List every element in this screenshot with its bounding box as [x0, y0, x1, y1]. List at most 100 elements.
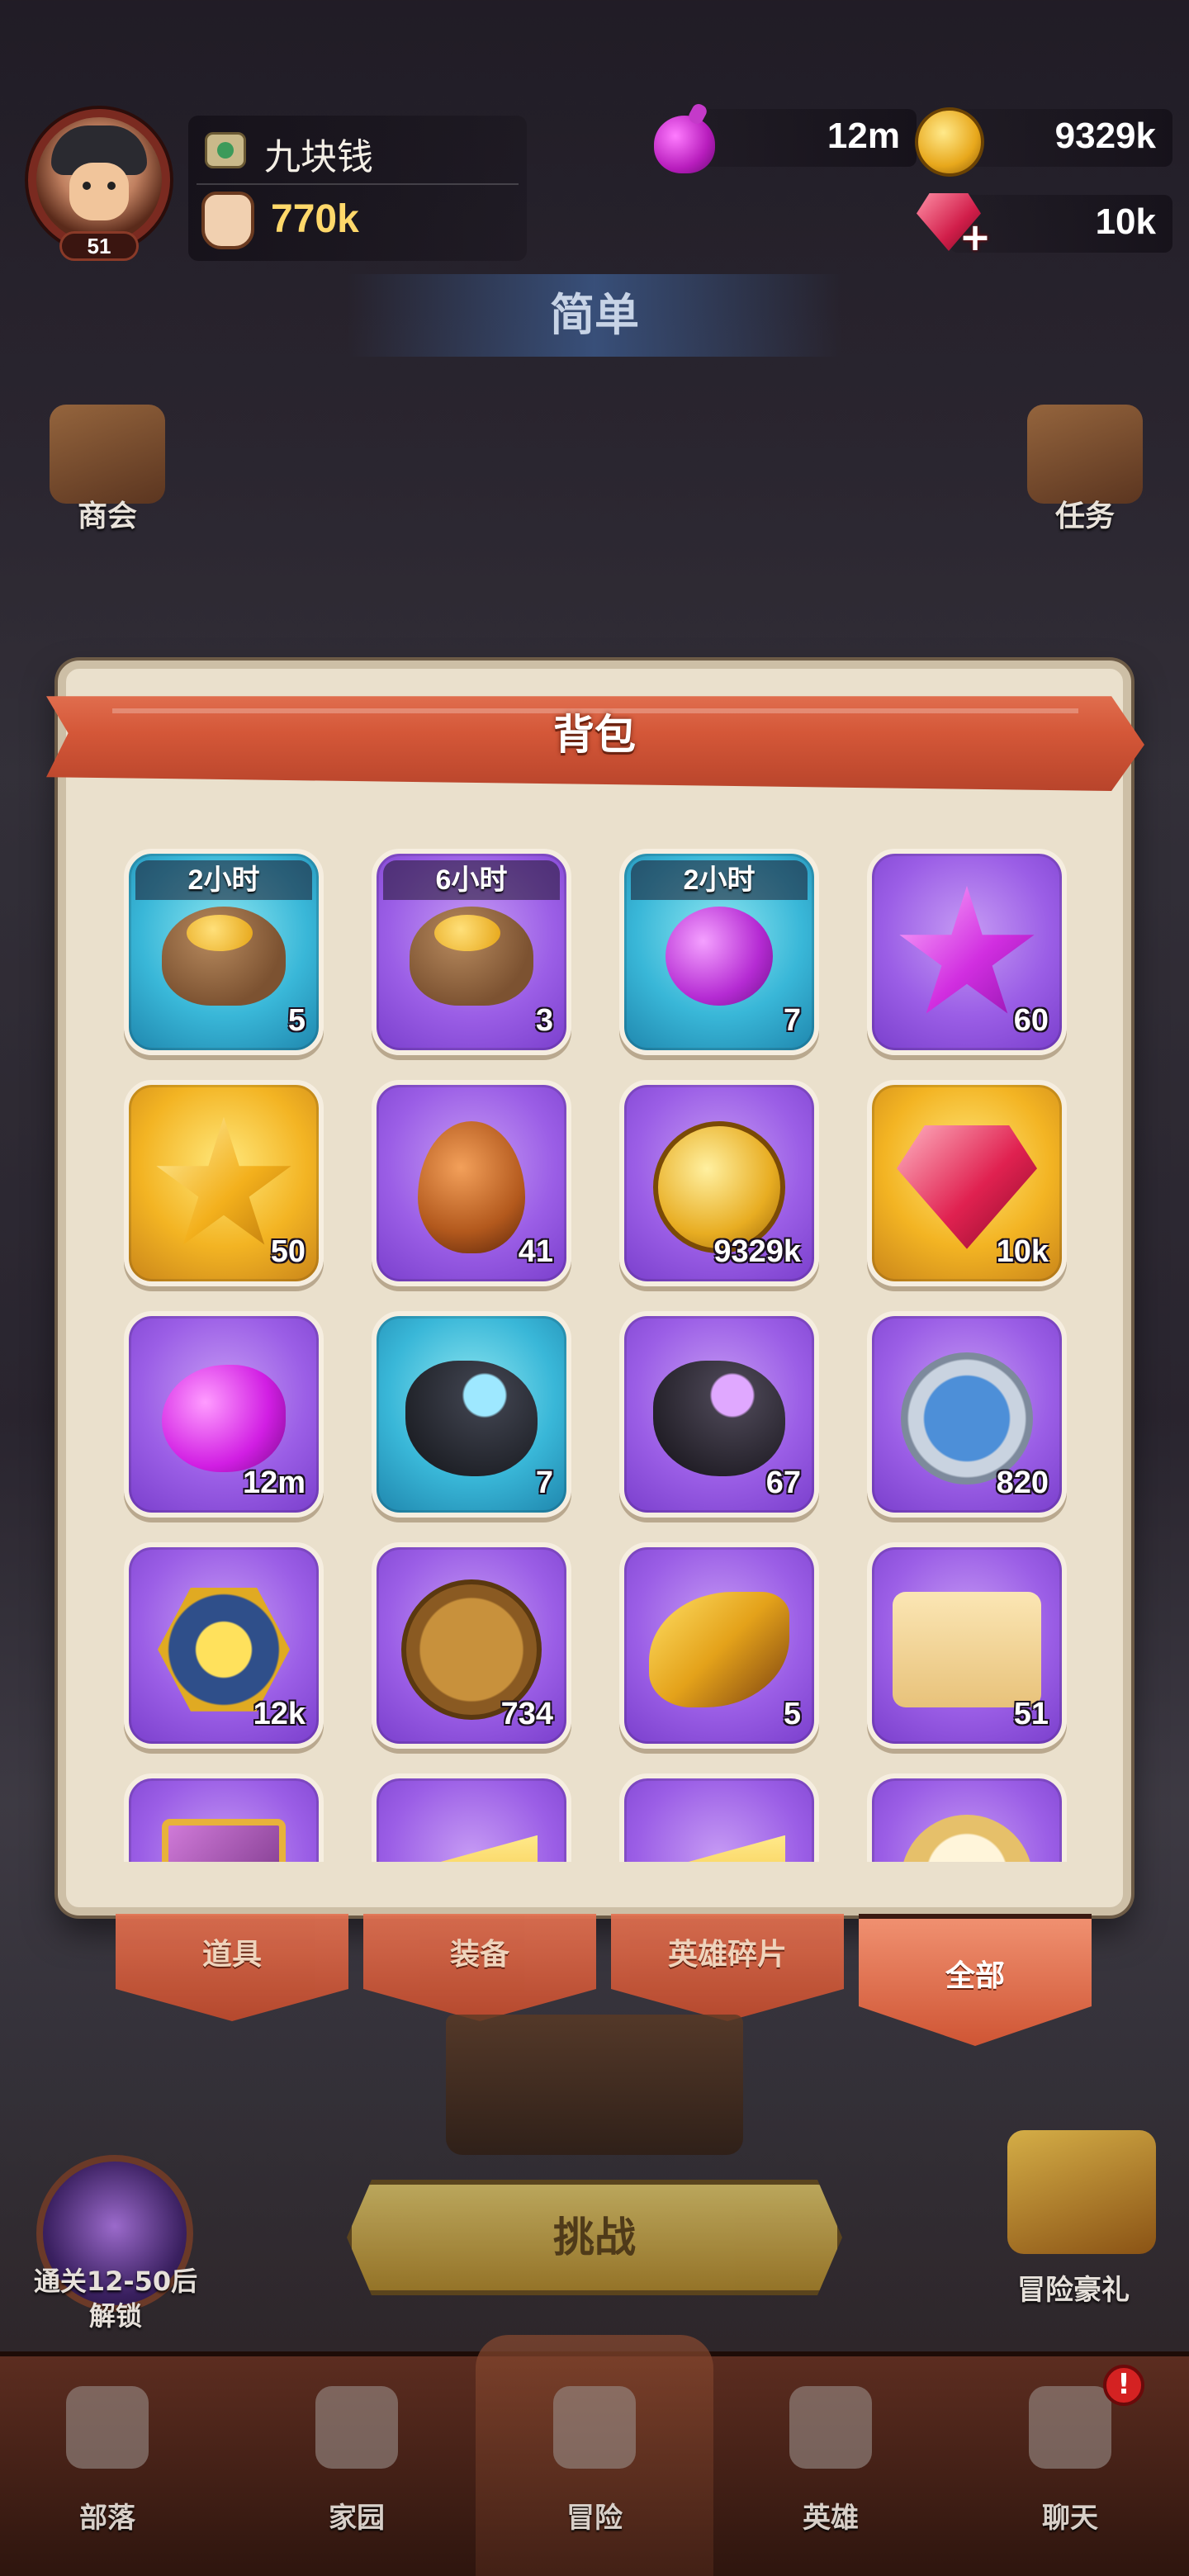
- nav-tribe[interactable]: 部落: [25, 2378, 190, 2559]
- gold-bag-icon: [410, 906, 533, 1006]
- player-level-badge: 51: [59, 231, 139, 261]
- purple-blob-icon: [162, 1364, 286, 1472]
- item-count: 820: [996, 1466, 1049, 1500]
- player-avatar[interactable]: [28, 109, 170, 251]
- item-timer: 2小时: [135, 860, 312, 900]
- market-stall-icon: [50, 405, 165, 504]
- item-timer: 6小时: [383, 860, 560, 900]
- nav-label: 部落: [79, 2502, 135, 2535]
- crossed-swords-icon: [553, 2386, 636, 2469]
- adventure-gift-icon[interactable]: [1007, 2130, 1156, 2254]
- unlock-requirement-text: 通关12-50后解锁: [33, 2266, 198, 2332]
- chat-bubble-icon: [1029, 2386, 1111, 2469]
- item-count: 9329k: [713, 1234, 801, 1269]
- item-slot[interactable]: 2小时 5: [124, 849, 324, 1055]
- fist-power-icon: [201, 192, 254, 249]
- player-name: 九块钱: [264, 136, 373, 178]
- chat-notification-badge: !: [1103, 2365, 1144, 2406]
- nav-label: 英雄: [803, 2502, 859, 2535]
- power-value: 770k: [271, 197, 359, 241]
- item-count: 41: [518, 1234, 553, 1269]
- hammer-badge-icon: [158, 1587, 290, 1712]
- ruby-gem-icon: [897, 1125, 1037, 1249]
- item-count: 3: [535, 1003, 553, 1038]
- quest-scroll-icon: [1027, 405, 1143, 504]
- item-slot[interactable]: 60: [867, 849, 1067, 1055]
- gold-coin-icon: [915, 107, 984, 177]
- nav-label: 家园: [329, 2502, 385, 2535]
- home-icon: [315, 2386, 398, 2469]
- adventure-gift-label: 冒险豪礼: [1017, 2274, 1130, 2307]
- silver-coin-icon: [901, 1814, 1033, 1862]
- quests-button[interactable]: 任务: [1011, 405, 1159, 545]
- laurel-medal-icon: [901, 1352, 1033, 1485]
- player-info-panel[interactable]: 九块钱 770k: [188, 116, 527, 261]
- item-count: 51: [1013, 1697, 1049, 1731]
- divider: [197, 183, 519, 185]
- item-slot[interactable]: [124, 1773, 324, 1862]
- item-slot[interactable]: [619, 1773, 819, 1862]
- item-timer: 2小时: [631, 860, 808, 900]
- item-slot[interactable]: 5: [619, 1542, 819, 1749]
- add-gems-icon[interactable]: +: [958, 218, 992, 256]
- nav-heroes[interactable]: 英雄: [748, 2378, 913, 2559]
- item-slot[interactable]: 734: [372, 1542, 571, 1749]
- nav-label: 聊天: [1042, 2502, 1098, 2535]
- item-count: 7: [783, 1003, 801, 1038]
- item-count: 5: [287, 1003, 306, 1038]
- backpack-title: 背包: [553, 711, 636, 759]
- gold-bag-icon: [162, 906, 286, 1006]
- treasure-crate-icon: [162, 1818, 286, 1862]
- item-slot[interactable]: 7: [372, 1311, 571, 1518]
- potion-resource-bar[interactable]: 12m: [685, 109, 917, 167]
- purple-potion-icon: [654, 116, 715, 173]
- item-count: 10k: [996, 1234, 1049, 1269]
- item-slot[interactable]: 12m: [124, 1311, 324, 1518]
- item-count: 12m: [242, 1466, 306, 1500]
- item-slot[interactable]: 67: [619, 1311, 819, 1518]
- item-slot[interactable]: [372, 1773, 571, 1862]
- gold-amount: 9329k: [1054, 116, 1156, 156]
- item-count: 734: [500, 1697, 553, 1731]
- tribe-shield-icon: [66, 2386, 149, 2469]
- item-slot[interactable]: 820: [867, 1311, 1067, 1518]
- item-slot[interactable]: 12k: [124, 1542, 324, 1749]
- item-count: 50: [270, 1234, 306, 1269]
- quests-label: 任务: [1054, 500, 1115, 533]
- blue-crystal-rock-icon: [405, 1360, 538, 1476]
- gem-amount: 10k: [1095, 201, 1156, 242]
- potion-amount: 12m: [827, 116, 900, 156]
- cheese-icon: [653, 1835, 785, 1862]
- nav-label: 冒险: [566, 2502, 623, 2535]
- item-slot[interactable]: 50: [124, 1080, 324, 1286]
- cheese-icon: [405, 1835, 538, 1862]
- guild-shop-button[interactable]: 商会: [33, 405, 182, 545]
- war-horn-icon: [649, 1591, 789, 1707]
- item-slot[interactable]: 41: [372, 1080, 571, 1286]
- treasure-chest-icon: [446, 2015, 743, 2155]
- guild-shop-label: 商会: [77, 500, 137, 533]
- dragon-egg-icon: [418, 1120, 525, 1253]
- guild-emblem-icon: [205, 132, 246, 168]
- sword-scroll-icon: [893, 1591, 1041, 1707]
- item-count: 67: [765, 1466, 801, 1500]
- nav-home[interactable]: 家园: [274, 2378, 439, 2559]
- item-slot[interactable]: 9329k: [619, 1080, 819, 1286]
- purple-crystal-rock-icon: [653, 1360, 785, 1476]
- item-count: 12k: [253, 1697, 306, 1731]
- item-slot[interactable]: 10k: [867, 1080, 1067, 1286]
- viking-helmet-icon: [789, 2386, 872, 2469]
- difficulty-label[interactable]: 简单: [347, 274, 842, 357]
- challenge-button[interactable]: 挑战: [347, 2180, 842, 2295]
- item-count: 7: [535, 1466, 553, 1500]
- item-slot[interactable]: [867, 1773, 1067, 1862]
- item-slot[interactable]: 51: [867, 1542, 1067, 1749]
- item-slot[interactable]: 6小时 3: [372, 849, 571, 1055]
- backpack-item-grid[interactable]: 2小时 5 6小时 3 2小时 7 60 50 41 9329k 10k 12m…: [91, 826, 1098, 1862]
- item-count: 60: [1013, 1003, 1049, 1038]
- gold-coin-icon: [653, 1120, 785, 1253]
- item-slot[interactable]: 2小时 7: [619, 849, 819, 1055]
- item-count: 5: [783, 1697, 801, 1731]
- nav-adventure[interactable]: 冒险: [512, 2378, 677, 2559]
- potion-bottle-icon: [666, 906, 773, 1006]
